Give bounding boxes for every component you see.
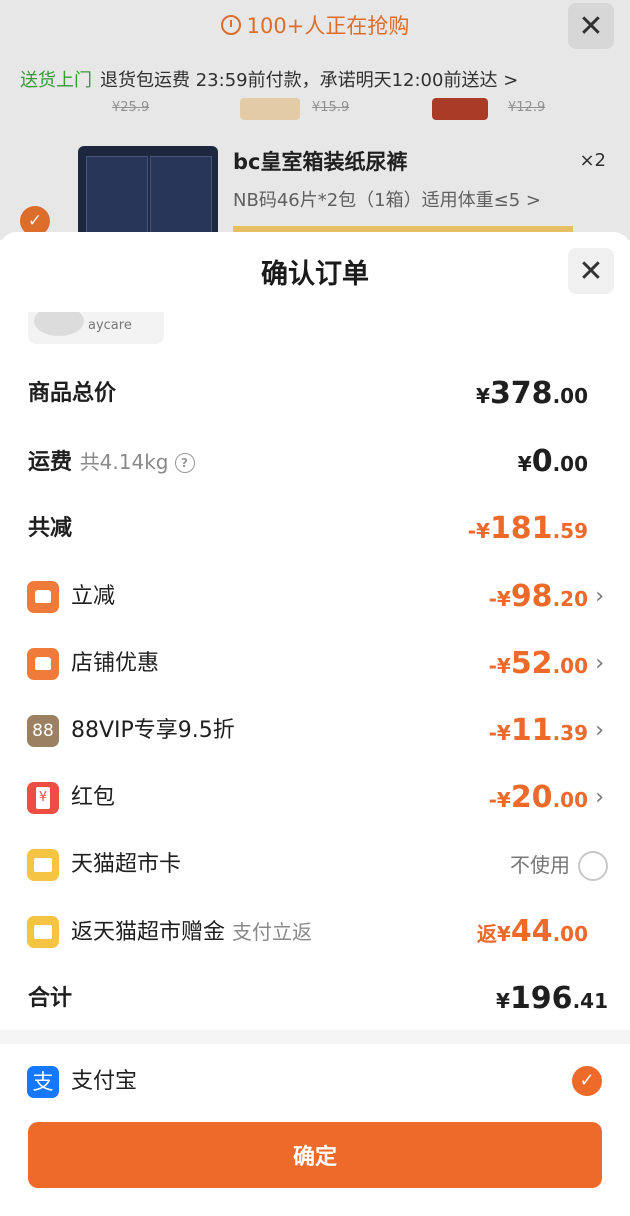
shipping-amount: ¥0.00 <box>517 444 588 479</box>
confirm-order-sheet: 确认订单 ✕ aycare 商品总价 ¥378.00 运费 共4.14kg? ¥… <box>0 232 630 1216</box>
total-discount-amount: -¥181.59 <box>467 511 588 546</box>
discount-label: 店铺优惠 <box>71 651 160 676</box>
order-total-label: 合计 <box>28 986 73 1011</box>
chevron-right-icon: › <box>595 785 604 810</box>
background-page: 100+人正在抢购 ✕ 送货上门 退货包运费 23:59前付款，承诺明天12:00… <box>0 0 630 240</box>
tmall-card-row[interactable]: 天猫超市卡 不使用 <box>0 845 630 885</box>
shipping-label: 运费 共4.14kg? <box>28 442 195 483</box>
store-coupon-icon <box>27 648 59 680</box>
red-packet-icon <box>27 782 59 814</box>
shipping-weight: 共4.14kg <box>79 450 169 474</box>
discount-amount: -¥52.00 <box>488 646 588 681</box>
shop-icon <box>27 581 59 613</box>
goods-total-amount: ¥378.00 <box>476 376 588 411</box>
discount-label: 88VIP专享9.5折 <box>71 718 235 743</box>
payment-method-label[interactable]: 支付宝 <box>71 1062 137 1102</box>
payment-selected-check[interactable]: ✓ <box>572 1066 602 1096</box>
discount-row-red-packet[interactable]: 红包 -¥20.00 › <box>0 778 630 818</box>
total-discount-label: 共减 <box>28 516 73 541</box>
discount-label: 立减 <box>71 584 116 609</box>
tmall-card-icon <box>27 849 59 881</box>
help-icon[interactable]: ? <box>174 453 195 473</box>
cashback-label: 返天猫超市赠金 支付立返 <box>71 920 313 945</box>
vip-88-icon: 88 <box>27 715 59 747</box>
close-icon: ✕ <box>578 253 604 289</box>
product-thumbnail: aycare <box>28 312 164 344</box>
discount-row-instant[interactable]: 立减 -¥98.20 › <box>0 577 630 617</box>
discount-amount: -¥11.39 <box>488 713 588 748</box>
goods-total-label: 商品总价 <box>28 381 117 406</box>
tmall-card-status: 不使用 <box>510 853 570 877</box>
chevron-right-icon: › <box>595 718 604 743</box>
cashback-amount: 返¥44.00 <box>476 914 588 949</box>
tmall-gift-icon <box>27 916 59 948</box>
alipay-icon: 支 <box>27 1066 59 1098</box>
confirm-button[interactable]: 确定 <box>28 1122 602 1188</box>
discount-row-store[interactable]: 店铺优惠 -¥52.00 › <box>0 644 630 684</box>
tmall-card-radio[interactable] <box>578 851 608 881</box>
cashback-row: 返天猫超市赠金 支付立返 返¥44.00 <box>0 912 630 952</box>
goods-total-row: 商品总价 ¥378.00 <box>0 374 630 414</box>
cashback-sub: 支付立返 <box>232 920 313 944</box>
discount-label: 红包 <box>71 785 116 810</box>
dim-overlay <box>0 0 630 240</box>
thumbnail-brand: aycare <box>88 318 132 333</box>
discount-row-88vip[interactable]: 88 88VIP专享9.5折 -¥11.39 › <box>0 711 630 751</box>
shipping-row: 运费 共4.14kg? ¥0.00 <box>0 442 630 482</box>
total-discount-row: 共减 -¥181.59 <box>0 509 630 549</box>
section-divider <box>0 1030 630 1044</box>
discount-amount: -¥20.00 <box>488 780 588 815</box>
sheet-close-button[interactable]: ✕ <box>568 248 614 294</box>
tmall-card-label: 天猫超市卡 <box>71 852 182 877</box>
order-total-row: 合计 ¥196.41 <box>0 979 630 1019</box>
chevron-right-icon: › <box>595 584 604 609</box>
sheet-title: 确认订单 <box>261 259 369 290</box>
chevron-right-icon: › <box>595 651 604 676</box>
order-total-amount: ¥196.41 <box>496 981 608 1016</box>
discount-amount: -¥98.20 <box>488 579 588 614</box>
